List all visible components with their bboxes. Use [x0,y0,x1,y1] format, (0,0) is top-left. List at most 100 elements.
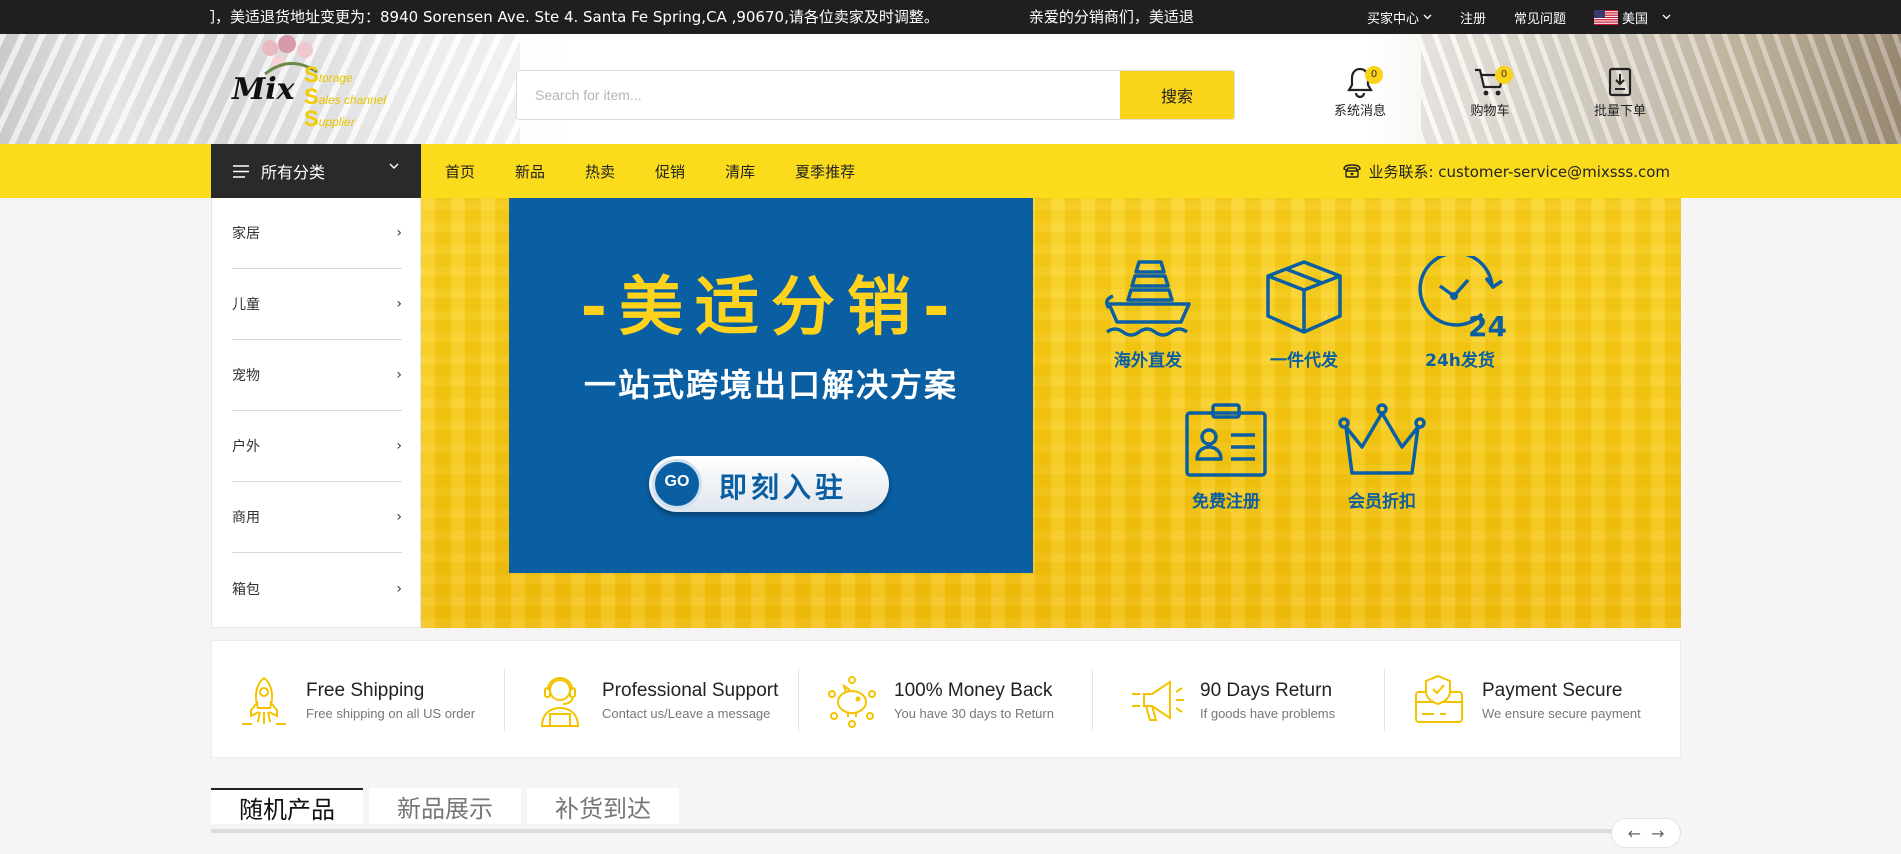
faq-link[interactable]: 常见问题 [1514,8,1566,27]
feature-label: 海外直发 [1114,351,1182,371]
chevron-right-icon: › [396,296,402,312]
service-desc: We ensure secure payment [1482,705,1641,721]
nav-item-home[interactable]: 首页 [445,161,475,182]
feature-label: 免费注册 [1192,492,1260,512]
category-label: 商用 [232,510,260,526]
feature-overseas-shipping: 海外直发 [1083,256,1213,371]
feature-free-registration: 免费注册 [1161,403,1291,512]
chevron-right-icon: › [396,438,402,454]
category-label: 箱包 [232,581,260,598]
service-90-days-return: 90 Days Return If goods have problems [1130,641,1335,759]
all-categories-button[interactable]: 所有分类 [211,144,421,198]
piggy-bank-icon [828,676,876,728]
messages-label: 系统消息 [1333,104,1386,119]
ship-icon [1105,260,1191,337]
search-button[interactable]: 搜索 [1120,71,1234,119]
announcement-text: 尊敬的分销商们，美适退货地址变更为：8940 Sorensen Ave. Ste… [210,8,939,26]
crown-icon [1338,403,1426,475]
service-title: Payment Secure [1482,679,1623,701]
tab-new-products[interactable]: 新品展示 [369,788,521,824]
service-title: Free Shipping [306,679,425,701]
category-item-kids[interactable]: 儿童 › [232,269,402,340]
nav-item-clearance[interactable]: 清库 [725,161,755,182]
join-now-label: 即刻入驻 [719,471,848,504]
buyer-center-menu[interactable]: 买家中心 [1367,8,1432,27]
category-item-bags[interactable]: 箱包 › [232,553,402,624]
category-label: 户外 [232,439,260,455]
nav-item-hot[interactable]: 热卖 [585,161,615,182]
arrow-right-icon[interactable]: → [1651,824,1664,843]
category-sidebar: 家居 › 儿童 › 宠物 › 户外 › 商用 › 箱包 › [211,198,421,628]
banner-subtitle: 一站式跨境出口解决方案 [583,366,958,404]
banner-title: -美适分销- [580,271,962,345]
service-money-back: 100% Money Back You have 30 days to Retu… [824,641,1054,759]
feature-24h-delivery: 24 24h发货 [1395,256,1525,371]
divider [1092,669,1093,731]
go-badge: GO [652,459,702,509]
tab-restocked[interactable]: 补货到达 [527,788,679,824]
service-free-shipping: Free Shipping Free shipping on all US or… [236,641,475,759]
logo-mix-text: Mix [232,72,295,107]
banner-blue-panel: -美适分销- 一站式跨境出口解决方案 GO 即刻入驻 [509,198,1033,573]
top-bar: 尊敬的分销商们，美适退货地址变更为：8940 Sorensen Ave. Ste… [0,0,1901,34]
logo-line-3-text: upplier [318,115,355,129]
category-item-pets[interactable]: 宠物 › [232,340,402,411]
arrow-left-icon[interactable]: ← [1628,824,1641,843]
business-contact: 业务联系: customer-service@mixsss.com [1342,144,1670,198]
search-input[interactable] [517,71,1121,119]
feature-dropshipping: 一件代发 [1239,256,1369,371]
feature-member-discount: 会员折扣 [1317,403,1447,512]
category-item-outdoor[interactable]: 户外 › [232,411,402,482]
clock-number: 24 [1468,310,1507,338]
divider [798,669,799,731]
service-strip: Free Shipping Free shipping on all US or… [211,640,1681,758]
box-icon [1266,260,1342,334]
service-text: 90 Days Return If goods have problems [1200,680,1335,721]
service-title: 100% Money Back [894,679,1053,701]
join-now-button[interactable]: GO 即刻入驻 [649,456,889,512]
cart-label: 购物车 [1470,104,1510,119]
service-title: 90 Days Return [1200,679,1333,701]
category-label: 宠物 [232,368,260,384]
cart-button[interactable]: 0 购物车 [1440,66,1540,124]
service-text: Payment Secure We ensure secure payment [1482,680,1641,721]
category-label: 儿童 [232,297,260,313]
nav-item-promo[interactable]: 促销 [655,161,685,182]
buyer-center-label: 买家中心 [1366,11,1419,27]
search-bar: 搜索 [516,70,1235,120]
secure-card-icon [1415,674,1463,723]
product-tabs: 随机产品 新品展示 补货到达 [211,788,679,824]
chevron-right-icon: › [396,225,402,241]
service-text: 100% Money Back You have 30 days to Retu… [894,680,1054,721]
tab-random-products[interactable]: 随机产品 [211,788,363,824]
hero-banner[interactable]: -美适分销- 一站式跨境出口解决方案 GO 即刻入驻 海外直发 一件代发 24 … [421,198,1681,628]
register-link[interactable]: 注册 [1460,8,1486,27]
chevron-right-icon: › [396,580,402,597]
site-logo[interactable]: Mix Storage Sales channel Supplier [232,54,422,140]
tabs-underline [211,829,1681,833]
logo-line-1-text: torage [318,71,353,85]
feature-label: 一件代发 [1270,351,1338,371]
feature-label: 会员折扣 [1348,492,1416,512]
messages-button[interactable]: 0 系统消息 [1310,66,1410,124]
main-nav: 首页 新品 热卖 促销 清库 夏季推荐 [445,144,895,198]
nav-item-summer[interactable]: 夏季推荐 [795,161,855,182]
business-contact-text: 业务联系: customer-service@mixsss.com [1368,162,1670,181]
region-label: 美国 [1621,11,1648,27]
logo-line-2-text: ales channel [318,93,387,107]
us-flag-icon [1593,9,1618,25]
feature-label: 24h发货 [1425,351,1495,371]
announcement-text-repeat: 亲爱的分销商们，美适退 [1028,8,1194,26]
nav-item-new[interactable]: 新品 [515,161,545,182]
service-desc: Free shipping on all US order [306,705,476,721]
chevron-right-icon: › [396,509,402,525]
region-selector[interactable]: 美国 [1593,8,1671,27]
category-item-home[interactable]: 家居 › [232,198,402,269]
bulk-order-button[interactable]: 批量下单 [1570,66,1670,124]
logo-letter-s3: S [304,106,319,131]
divider [1384,669,1385,731]
chevron-right-icon: › [396,367,402,383]
category-item-commercial[interactable]: 商用 › [232,482,402,553]
carousel-arrows: ← → [1611,818,1681,848]
id-card-icon [1185,403,1267,477]
